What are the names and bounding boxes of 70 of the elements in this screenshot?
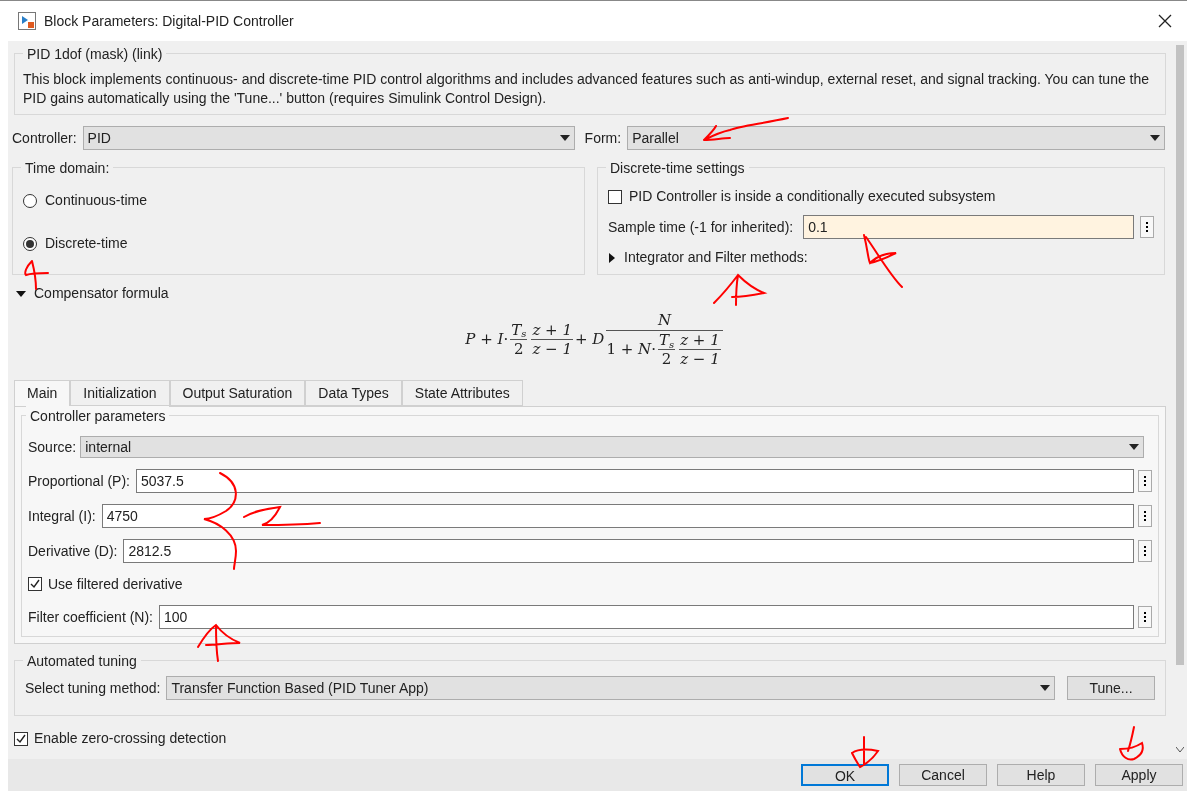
block-description: This block implements continuous- and discrete-time PID control algorithms and includes advanced features such as anti-windup, external reset, and signal tracking. You can tune the PID gains automatically using the 'Tune...' button (requires Simulink Control Design). — [23, 70, 1151, 108]
dialog-button[interactable]: Cancel — [899, 764, 987, 786]
tune-button[interactable]: Tune... — [1067, 676, 1155, 700]
dialog-button[interactable]: Help — [997, 764, 1085, 786]
formula-text: 1 + N· — [606, 339, 656, 361]
block-icon — [18, 12, 36, 30]
dialog-button[interactable]: Apply — [1095, 764, 1183, 786]
form-dropdown[interactable]: Parallel — [627, 126, 1165, 150]
field-label: Sample time (-1 for inherited): — [608, 217, 795, 237]
parameter-field[interactable]: 100 — [159, 605, 1134, 629]
checkbox-label: Enable zero-crossing detection — [34, 729, 227, 748]
field-label: Select tuning method: — [25, 678, 161, 698]
parameter-field[interactable]: 4750 — [101, 504, 1134, 528]
more-options-button[interactable] — [1138, 470, 1152, 492]
field-label: Controller: — [12, 128, 78, 148]
formula-text: + D — [575, 328, 605, 350]
formula-text: P + I· — [465, 328, 509, 350]
expand-arrow-icon[interactable] — [608, 252, 616, 263]
tab[interactable]: Initialization — [70, 380, 170, 406]
formula-numerator: T$_{s}$ — [657, 331, 676, 350]
tab[interactable]: Main — [14, 380, 71, 406]
close-icon — [1158, 14, 1172, 28]
scroll-down-icon[interactable] — [1175, 747, 1184, 753]
radio-label: Continuous-time — [45, 191, 147, 210]
tab[interactable]: Output Saturation — [169, 380, 306, 406]
dropdown-caret-icon — [559, 135, 570, 141]
field-label: Filter coefficient (N): — [28, 607, 154, 627]
radio-button[interactable] — [23, 236, 37, 251]
section-toggle[interactable]: Compensator formula — [34, 283, 169, 304]
parameter-field[interactable]: 5037.5 — [135, 469, 1134, 493]
formula-numerator: N — [606, 310, 723, 331]
dropdown-caret-icon — [1150, 135, 1160, 141]
formula-numerator: z + 1 — [531, 320, 573, 340]
field-label: Source: — [28, 437, 77, 457]
dropdown-caret-icon — [1129, 444, 1139, 450]
field-label: Proportional (P): — [28, 471, 131, 491]
field-label: Derivative (D): — [28, 541, 119, 561]
formula-numerator: z + 1 — [679, 331, 721, 350]
radio-button[interactable] — [23, 193, 37, 208]
formula-denominator: 2 — [513, 339, 525, 358]
checkbox[interactable] — [28, 577, 42, 591]
group-title: Controller parameters — [26, 406, 170, 427]
more-options-button[interactable] — [1138, 505, 1152, 527]
formula-denominator: 2 — [660, 350, 673, 368]
source-dropdown[interactable]: internal — [80, 436, 1144, 458]
checkbox[interactable] — [608, 189, 622, 204]
formula-denominator: z − 1 — [531, 339, 573, 358]
more-options-button[interactable] — [1140, 216, 1154, 238]
collapse-arrow-icon[interactable] — [16, 289, 26, 298]
tab[interactable]: State Attributes — [401, 380, 523, 406]
sample-time-field[interactable]: 0.1 — [803, 215, 1134, 239]
tab[interactable]: Data Types — [305, 380, 402, 406]
formula-denominator: z − 1 — [679, 350, 721, 368]
dialog-button[interactable]: OK — [801, 764, 889, 786]
tuning-method-dropdown[interactable]: Transfer Function Based (PID Tuner App) — [166, 676, 1055, 700]
annotation-drawing — [848, 735, 882, 769]
field-label: Integral (I): — [28, 506, 97, 526]
controller-dropdown[interactable]: PID — [82, 126, 575, 150]
field-label: Form: — [583, 128, 623, 148]
more-options-button[interactable] — [1138, 606, 1152, 628]
radio-label: Discrete-time — [45, 234, 128, 253]
checkbox-label: PID Controller is inside a conditionally executed subsystem — [629, 187, 996, 206]
window-title: Block Parameters: Digital-PID Controller — [44, 11, 295, 31]
checkbox[interactable] — [14, 731, 28, 746]
dropdown-caret-icon — [1040, 685, 1050, 691]
more-options-button[interactable] — [1138, 540, 1152, 562]
checkbox-label: Use filtered derivative — [48, 574, 183, 594]
formula-numerator: T$_{s}$ — [510, 320, 528, 340]
section-toggle[interactable]: Integrator and Filter methods: — [624, 247, 808, 268]
parameter-field[interactable]: 2812.5 — [123, 539, 1134, 563]
